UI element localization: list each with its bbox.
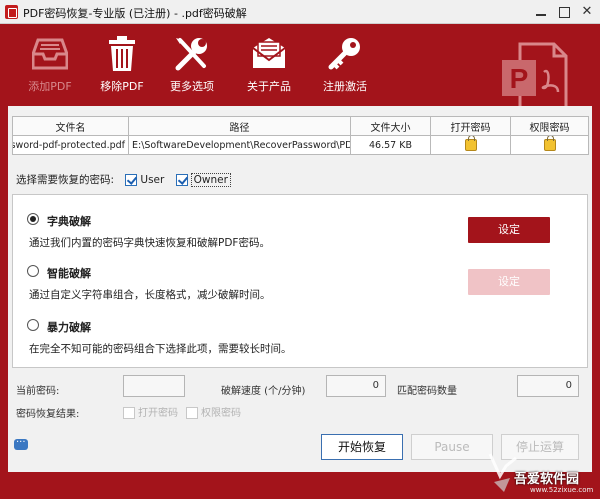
inbox-tray-icon xyxy=(32,38,68,70)
col-path: 路径 xyxy=(128,116,351,136)
result-label: 密码恢复结果: xyxy=(16,409,80,420)
watermark-text: 吾爱软件园 xyxy=(514,472,580,487)
key-icon xyxy=(328,38,360,70)
dictionary-attack-radio[interactable] xyxy=(27,213,39,225)
owner-checkbox[interactable]: Owner xyxy=(175,172,231,187)
dictionary-settings-button[interactable]: 设定 xyxy=(468,217,550,243)
table-row[interactable]: password-pdf-protected.pdf E:\SoftwareDe… xyxy=(12,135,589,155)
remove-pdf-label: 移除PDF xyxy=(100,80,144,93)
brute-force-radio[interactable] xyxy=(27,319,39,331)
trash-can-icon xyxy=(109,36,135,71)
owner-checkbox-box[interactable] xyxy=(175,173,188,186)
result-perm-label: 权限密码 xyxy=(201,408,241,419)
chat-bubble-icon[interactable] xyxy=(14,434,28,450)
more-options-label: 更多选项 xyxy=(170,80,214,93)
app-icon xyxy=(5,5,18,19)
more-options-button[interactable]: 更多选项 xyxy=(157,24,227,106)
about-product-label: 关于产品 xyxy=(247,80,291,93)
pause-button[interactable]: Pause xyxy=(411,434,493,460)
open-password-cell xyxy=(430,135,511,155)
speed-field: 0 xyxy=(326,375,386,397)
owner-checkbox-label: Owner xyxy=(190,172,231,187)
register-label: 注册激活 xyxy=(323,80,367,93)
tools-icon xyxy=(175,38,207,71)
user-checkbox-label: User xyxy=(140,173,165,186)
password-type-selector: 选择需要恢复的密码: User Owner xyxy=(16,172,231,188)
minimize-button[interactable] xyxy=(530,4,552,20)
remove-pdf-button[interactable]: 移除PDF xyxy=(87,24,157,106)
brute-force-title: 暴力破解 xyxy=(47,321,91,334)
smart-attack-title: 智能破解 xyxy=(47,267,91,280)
dictionary-attack-title: 字典破解 xyxy=(47,215,91,228)
pdf-logo-icon: P xyxy=(502,42,568,114)
user-checkbox[interactable]: User xyxy=(125,173,165,186)
col-permission-password: 权限密码 xyxy=(510,116,589,136)
title-bar: PDF密码恢复-专业版 (已注册) - .pdf密码破解 ✕ xyxy=(0,0,600,24)
envelope-icon xyxy=(252,38,286,68)
file-name-cell: password-pdf-protected.pdf xyxy=(12,135,129,155)
smart-attack-radio[interactable] xyxy=(27,265,39,277)
watermark-url: www.52zixue.com xyxy=(530,486,594,494)
file-size-cell: 46.57 KB xyxy=(350,135,431,155)
speed-label: 破解速度 (个/分钟) xyxy=(221,386,306,397)
user-checkbox-box[interactable] xyxy=(125,173,138,186)
result-open-label: 打开密码 xyxy=(138,408,178,419)
add-pdf-button[interactable]: 添加PDF xyxy=(15,24,85,106)
smart-attack-desc: 通过自定义字符串组合，长度格式，减少破解时间。 xyxy=(29,289,271,301)
lock-icon xyxy=(464,136,477,151)
result-open-checkbox: 打开密码 xyxy=(123,404,178,419)
brute-force-desc: 在完全不知可能的密码组合下选择此项，需要较长时间。 xyxy=(29,343,292,355)
pdf-logo-letter: P xyxy=(510,63,529,94)
window-title: PDF密码恢复-专业版 (已注册) - .pdf密码破解 xyxy=(23,7,247,20)
col-open-password: 打开密码 xyxy=(430,116,511,136)
select-password-label: 选择需要恢复的密码: xyxy=(16,174,115,186)
result-perm-checkbox: 权限密码 xyxy=(186,404,241,419)
permission-password-cell xyxy=(510,135,589,155)
smart-settings-button[interactable]: 设定 xyxy=(468,269,550,295)
dictionary-attack-desc: 通过我们内置的密码字典快速恢复和破解PDF密码。 xyxy=(29,237,270,249)
col-size: 文件大小 xyxy=(350,116,431,136)
close-button[interactable]: ✕ xyxy=(576,4,598,20)
register-button[interactable]: 注册激活 xyxy=(310,24,380,106)
about-product-button[interactable]: 关于产品 xyxy=(234,24,304,106)
content-area: 文件名 路径 文件大小 打开密码 权限密码 password-pdf-prote… xyxy=(8,106,592,472)
lock-icon xyxy=(543,136,556,151)
current-password-field xyxy=(123,375,185,397)
table-header-row: 文件名 路径 文件大小 打开密码 权限密码 xyxy=(12,116,589,136)
recovery-method-panel: 字典破解 通过我们内置的密码字典快速恢复和破解PDF密码。 设定 智能破解 通过… xyxy=(12,194,588,368)
file-path-cell: E:\SoftwareDevelopment\RecoverPassword\P… xyxy=(128,135,351,155)
match-count-field: 0 xyxy=(517,375,579,397)
col-filename: 文件名 xyxy=(12,116,129,136)
start-recovery-button[interactable]: 开始恢复 xyxy=(321,434,403,460)
result-open-checkbox-box xyxy=(123,407,135,419)
toolbar: 添加PDF 移除PDF 更多选项 关于产品 注册激活 P xyxy=(0,24,600,114)
current-password-label: 当前密码: xyxy=(16,386,60,397)
maximize-button[interactable] xyxy=(553,4,575,20)
result-perm-checkbox-box xyxy=(186,407,198,419)
add-pdf-label: 添加PDF xyxy=(28,80,72,93)
match-count-label: 匹配密码数量 xyxy=(397,386,457,397)
file-table: 文件名 路径 文件大小 打开密码 权限密码 password-pdf-prote… xyxy=(12,116,589,155)
